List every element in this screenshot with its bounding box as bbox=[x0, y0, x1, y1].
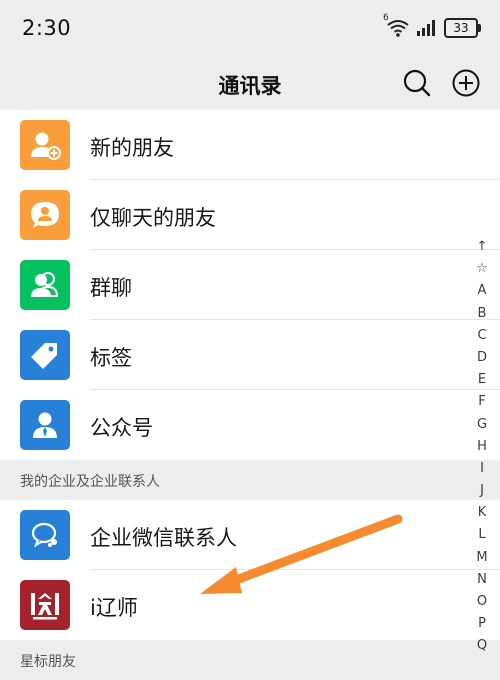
menu-item-ilnnu[interactable]: i辽师 bbox=[0, 570, 500, 640]
index-letter[interactable]: B bbox=[478, 303, 487, 325]
alphabet-index[interactable]: ↑ ☆ A B C D E F G H I J K L M N O P Q bbox=[470, 236, 494, 658]
wecom-icon bbox=[20, 510, 70, 560]
index-letter[interactable]: K bbox=[478, 502, 487, 524]
battery-icon: 33 bbox=[444, 18, 481, 38]
wifi-icon: 6 bbox=[383, 13, 410, 38]
index-letter[interactable]: L bbox=[478, 524, 485, 546]
search-icon bbox=[403, 69, 431, 97]
index-letter[interactable]: J bbox=[480, 480, 484, 502]
group-icon bbox=[20, 260, 70, 310]
menu-item-label: 新的朋友 bbox=[90, 136, 174, 160]
ilnnu-logo-icon bbox=[20, 580, 70, 630]
tag-icon bbox=[20, 330, 70, 380]
menu-item-new-friends[interactable]: 新的朋友 bbox=[0, 110, 500, 180]
index-letter[interactable]: M bbox=[476, 547, 487, 569]
index-letter[interactable]: O bbox=[477, 591, 487, 613]
menu-item-label: 标签 bbox=[90, 346, 132, 370]
menu-item-label: 群聊 bbox=[90, 276, 132, 300]
add-friend-icon bbox=[20, 120, 70, 170]
menu-item-tags[interactable]: 标签 bbox=[0, 320, 500, 390]
index-letter[interactable]: ↑ bbox=[477, 236, 488, 258]
index-letter[interactable]: Q bbox=[477, 635, 487, 657]
index-letter[interactable]: N bbox=[477, 569, 487, 591]
index-letter[interactable]: H bbox=[477, 436, 487, 458]
menu-item-chat-only-friends[interactable]: 仅聊天的朋友 bbox=[0, 180, 500, 250]
search-button[interactable] bbox=[402, 68, 432, 98]
menu-item-label: 仅聊天的朋友 bbox=[90, 206, 216, 230]
add-button[interactable] bbox=[451, 68, 481, 98]
section-header-starred: 星标朋友 bbox=[0, 640, 500, 680]
index-letter[interactable]: ☆ bbox=[476, 258, 488, 280]
menu-item-wecom-contacts[interactable]: 企业微信联系人 bbox=[0, 500, 500, 570]
menu-item-label: 企业微信联系人 bbox=[90, 526, 237, 550]
menu-item-label: 公众号 bbox=[90, 416, 153, 440]
index-letter[interactable]: P bbox=[478, 613, 486, 635]
index-letter[interactable]: E bbox=[478, 369, 486, 391]
nav-bar: 通讯录 bbox=[0, 58, 500, 110]
status-icons: 6 33 bbox=[383, 13, 481, 42]
index-letter[interactable]: I bbox=[480, 458, 484, 480]
contacts-list: 新的朋友 仅聊天的朋友 群聊 标签 公众号 我的企业及企业联系人 企业微信联系人… bbox=[0, 110, 500, 680]
section-title: 星标朋友 bbox=[20, 654, 76, 670]
menu-item-official-accounts[interactable]: 公众号 bbox=[0, 390, 500, 460]
cell-signal-icon bbox=[416, 19, 438, 37]
index-letter[interactable]: A bbox=[478, 280, 487, 302]
index-letter[interactable]: C bbox=[477, 325, 486, 347]
index-letter[interactable]: D bbox=[477, 347, 487, 369]
menu-item-group-chats[interactable]: 群聊 bbox=[0, 250, 500, 320]
wifi-label: 6 bbox=[383, 13, 389, 23]
official-account-icon bbox=[20, 400, 70, 450]
index-letter[interactable]: G bbox=[477, 414, 487, 436]
status-bar: 2:30 6 33 bbox=[0, 0, 500, 58]
section-header-enterprise: 我的企业及企业联系人 bbox=[0, 460, 500, 500]
section-title: 我的企业及企业联系人 bbox=[20, 474, 160, 490]
chat-bubble-icon bbox=[20, 190, 70, 240]
menu-item-label: i辽师 bbox=[90, 596, 138, 620]
index-letter[interactable]: F bbox=[478, 391, 485, 413]
status-time: 2:30 bbox=[22, 16, 72, 40]
add-circle-icon bbox=[452, 69, 480, 97]
